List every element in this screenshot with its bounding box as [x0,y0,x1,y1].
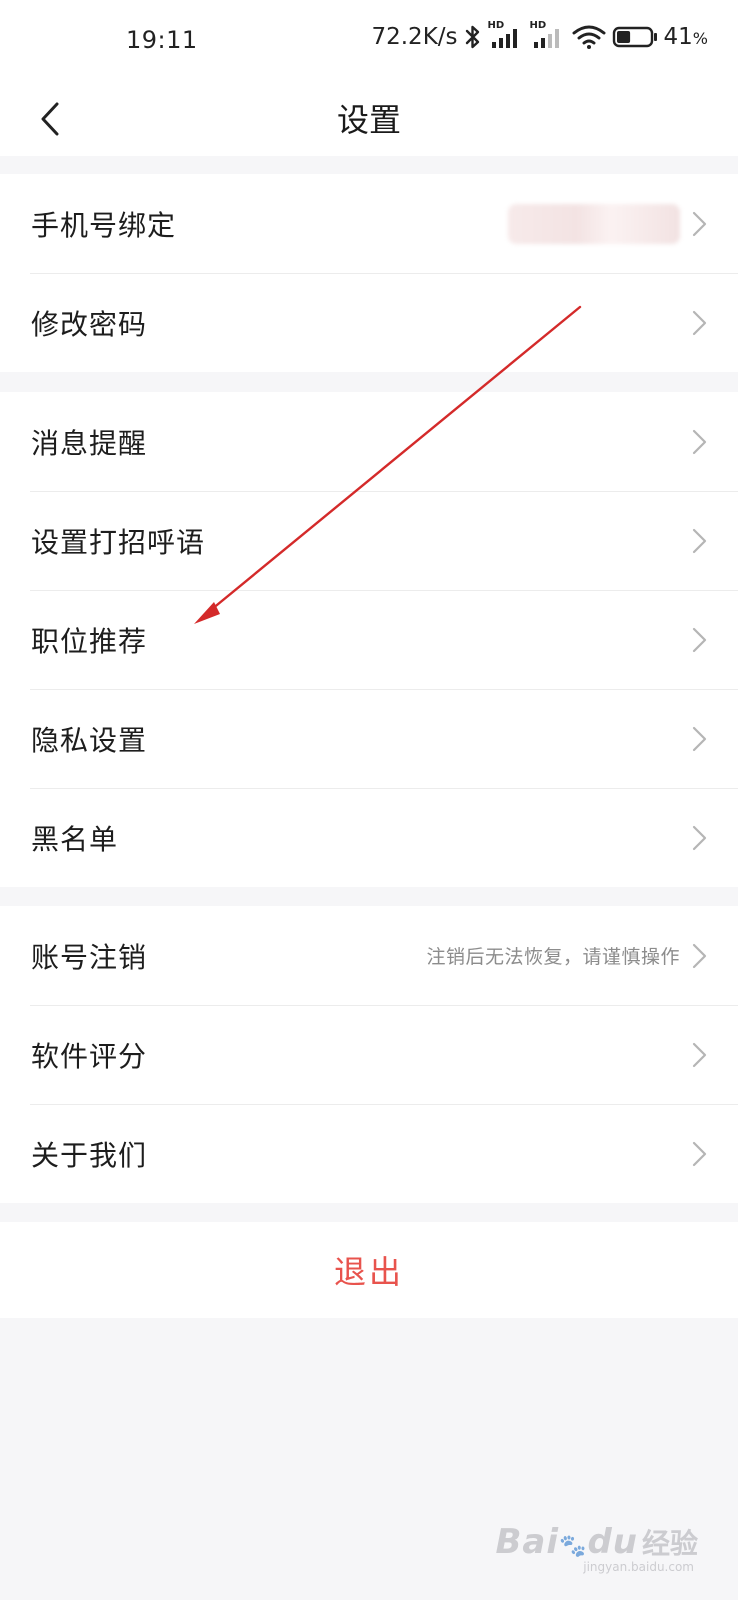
watermark-url: jingyan.baidu.com [583,1560,694,1574]
watermark-logo: Bai🐾du 经验 [496,1522,698,1562]
row-label: 隐私设置 [31,723,148,757]
chevron-right-icon [692,429,707,454]
watermark-brand: Bai🐾du [495,1522,638,1562]
settings-row-change-password[interactable]: 修改密码 [0,273,738,372]
status-indicators: 72.2K/s HD HD 41% [371,20,708,50]
watermark-brand-cn: 经验 [641,1527,698,1560]
settings-row-greeting[interactable]: 设置打招呼语 [0,491,738,590]
settings-row-rate-app[interactable]: 软件评分 [0,1005,738,1104]
logout-row: 退出 [0,1222,738,1318]
chevron-right-icon [692,943,707,968]
chevron-right-icon [692,726,707,751]
row-label: 账号注销 [31,940,148,974]
signal-icon-sim1: HD [488,20,524,50]
settings-row-delete-account[interactable]: 账号注销 注销后无法恢复，请谨慎操作 [0,906,738,1005]
settings-row-notifications[interactable]: 消息提醒 [0,392,738,491]
settings-row-blacklist[interactable]: 黑名单 [0,788,738,887]
row-label: 消息提醒 [31,426,148,460]
settings-group-preferences: 消息提醒 设置打招呼语 职位推荐 隐私设置 黑名单 [0,392,738,887]
row-label: 软件评分 [31,1039,148,1073]
page-title: 设置 [336,101,401,139]
wifi-icon [572,25,606,49]
status-time: 19:11 [126,26,198,54]
row-label: 关于我们 [31,1138,148,1172]
chevron-right-icon [692,528,707,553]
nav-bar: 设置 [0,84,738,156]
battery-percent: 41% [663,24,708,50]
row-label: 黑名单 [31,822,119,856]
network-speed: 72.2K/s [371,24,458,50]
paw-icon: 🐾 [559,1534,588,1559]
settings-row-about-us[interactable]: 关于我们 [0,1104,738,1203]
logout-button[interactable]: 退出 [334,1247,404,1293]
blurred-phone-number [508,203,680,244]
bluetooth-icon [465,25,479,49]
chevron-right-icon [692,1042,707,1067]
settings-row-privacy[interactable]: 隐私设置 [0,689,738,788]
chevron-right-icon [692,211,707,236]
delete-account-warning: 注销后无法恢复，请谨慎操作 [426,946,680,968]
settings-group-account: 手机号绑定 修改密码 [0,174,738,372]
chevron-right-icon [692,310,707,335]
status-bar: 19:11 72.2K/s HD HD 41% [0,0,738,84]
row-label: 职位推荐 [31,624,148,658]
settings-row-phone-binding[interactable]: 手机号绑定 [0,174,738,273]
chevron-right-icon [692,1141,707,1166]
settings-group-about: 账号注销 注销后无法恢复，请谨慎操作 软件评分 关于我们 [0,906,738,1203]
battery-icon [612,26,657,48]
signal-icon-sim2: HD [530,20,566,50]
row-label: 设置打招呼语 [31,525,206,559]
row-label: 修改密码 [31,307,148,341]
chevron-right-icon [692,627,707,652]
chevron-right-icon [692,825,707,850]
row-label: 手机号绑定 [31,208,177,242]
baidu-jingyan-watermark: Bai🐾du 经验 jingyan.baidu.com [496,1522,698,1574]
settings-row-job-recommendation[interactable]: 职位推荐 [0,590,738,689]
